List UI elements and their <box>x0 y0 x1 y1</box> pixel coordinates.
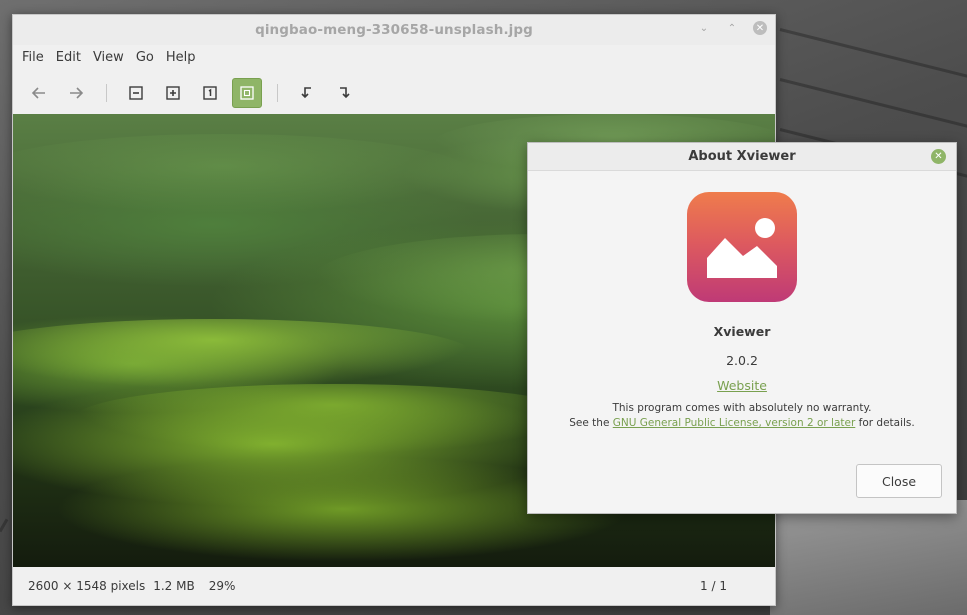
hill-highlight <box>13 134 473 214</box>
hill-highlight <box>73 384 593 454</box>
menu-view[interactable]: View <box>93 50 133 65</box>
app-logo-icon <box>687 192 797 302</box>
toolbar <box>13 69 775 117</box>
dialog-title: About Xviewer <box>688 149 796 164</box>
app-version: 2.0.2 <box>726 353 758 368</box>
close-icon[interactable]: ✕ <box>753 21 767 35</box>
wallpaper-stripe <box>779 28 967 85</box>
normal-size-icon[interactable] <box>195 78 225 108</box>
hill-highlight <box>13 319 473 389</box>
toolbar-separator <box>106 84 107 102</box>
rotate-left-icon[interactable] <box>292 78 322 108</box>
back-arrow-icon[interactable] <box>24 78 54 108</box>
app-name: Xviewer <box>713 324 771 339</box>
menu-go[interactable]: Go <box>136 50 163 65</box>
wallpaper-stripe <box>0 518 9 533</box>
menubar: File Edit View Go Help <box>13 45 775 69</box>
image-dimensions: 2600 × 1548 pixels <box>28 579 146 593</box>
best-fit-icon[interactable] <box>232 78 262 108</box>
wallpaper-stripe <box>779 78 967 135</box>
toolbar-separator <box>277 84 278 102</box>
file-size: 1.2 MB <box>153 579 195 593</box>
minimize-icon[interactable]: ⌄ <box>697 21 711 35</box>
license-text: See the GNU General Public License, vers… <box>528 417 956 429</box>
license-link[interactable]: GNU General Public License, version 2 or… <box>613 417 856 429</box>
forward-arrow-icon[interactable] <box>61 78 91 108</box>
wallpaper-panel <box>770 500 967 615</box>
zoom-level: 29% <box>208 579 236 593</box>
zoom-out-icon[interactable] <box>121 78 151 108</box>
warranty-text: This program comes with absolutely no wa… <box>612 402 872 414</box>
about-dialog: About Xviewer ✕ Xviewer 2.0.2 Website Th… <box>527 142 957 514</box>
window-title: qingbao-meng-330658-unsplash.jpg <box>255 22 533 38</box>
dialog-titlebar[interactable]: About Xviewer ✕ <box>528 143 956 171</box>
page-indicator: 1 / 1 <box>700 579 727 593</box>
window-titlebar[interactable]: qingbao-meng-330658-unsplash.jpg ⌄ ⌃ ✕ <box>13 15 775 45</box>
zoom-in-icon[interactable] <box>158 78 188 108</box>
license-prefix: See the <box>569 417 613 429</box>
rotate-right-icon[interactable] <box>329 78 359 108</box>
statusbar: 2600 × 1548 pixels 1.2 MB 29% 1 / 1 <box>13 567 775 605</box>
close-button[interactable]: Close <box>856 464 942 498</box>
menu-help[interactable]: Help <box>166 50 205 65</box>
menu-file[interactable]: File <box>22 50 53 65</box>
website-link[interactable]: Website <box>717 378 767 393</box>
window-controls: ⌄ ⌃ ✕ <box>697 21 767 35</box>
license-suffix: for details. <box>855 417 915 429</box>
website-link-row: Website <box>528 378 956 393</box>
close-icon[interactable]: ✕ <box>931 149 946 164</box>
menu-edit[interactable]: Edit <box>56 50 90 65</box>
maximize-icon[interactable]: ⌃ <box>725 21 739 35</box>
